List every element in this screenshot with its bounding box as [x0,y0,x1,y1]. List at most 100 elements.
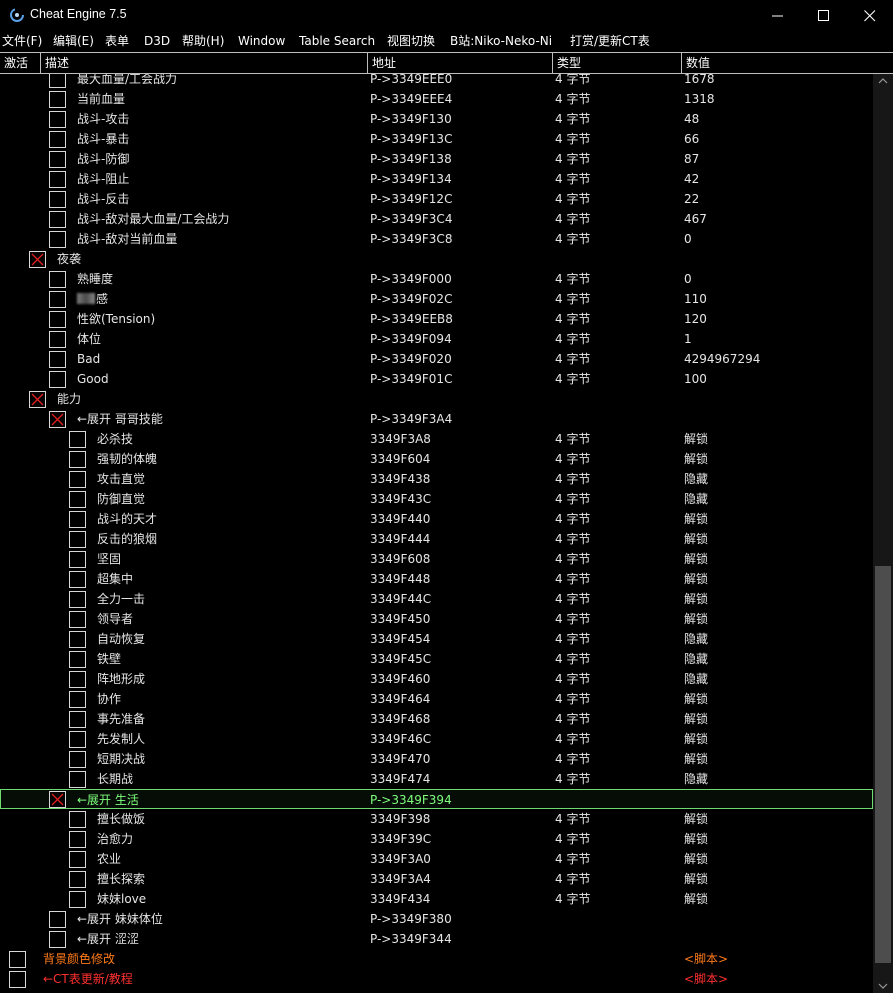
active-checkbox[interactable] [69,671,86,688]
active-checkbox[interactable] [69,731,86,748]
table-row[interactable]: ←CT表更新/教程 <脚本> [0,969,873,989]
active-checkbox[interactable] [49,151,66,168]
table-row[interactable]: 战斗-攻击 P->3349F130 4 字节 48 [0,109,873,129]
table-row[interactable]: 全力一击 3349F44C 4 字节 解锁 [0,589,873,609]
active-checkbox[interactable] [69,571,86,588]
active-checkbox[interactable] [69,631,86,648]
table-row[interactable]: 必杀技 3349F3A8 4 字节 解锁 [0,429,873,449]
active-checkbox[interactable] [49,91,66,108]
table-row[interactable]: 擅长探索 3349F3A4 4 字节 解锁 [0,869,873,889]
column-description[interactable]: 描述 [41,53,368,73]
active-checkbox[interactable] [69,771,86,788]
active-checkbox[interactable] [49,291,66,308]
active-checkbox[interactable] [69,891,86,908]
table-row[interactable]: 短期决战 3349F470 4 字节 解锁 [0,749,873,769]
vertical-scrollbar[interactable] [873,74,893,993]
active-checkbox[interactable] [49,171,66,188]
table-row[interactable]: 感 P->3349F02C 4 字节 110 [0,289,873,309]
active-checkbox[interactable] [69,451,86,468]
table-row[interactable]: 防御直觉 3349F43C 4 字节 隐藏 [0,489,873,509]
table-row[interactable]: 体位 P->3349F094 4 字节 1 [0,329,873,349]
table-row[interactable]: 事先准备 3349F468 4 字节 解锁 [0,709,873,729]
menu-help[interactable]: 帮助(H) [182,32,224,50]
active-checkbox[interactable] [49,74,66,88]
table-row[interactable]: 超集中 3349F448 4 字节 解锁 [0,569,873,589]
active-checkbox[interactable] [69,711,86,728]
active-checkbox[interactable] [9,951,26,968]
column-address[interactable]: 地址 [368,53,553,73]
active-checkbox[interactable] [49,191,66,208]
column-active[interactable]: 激活 [0,53,41,73]
active-checkbox[interactable] [69,431,86,448]
table-row[interactable]: 铁壁 3349F45C 4 字节 隐藏 [0,649,873,669]
close-button[interactable] [847,0,893,31]
active-checkbox[interactable] [49,131,66,148]
active-checkbox[interactable] [69,851,86,868]
active-checkbox[interactable] [69,871,86,888]
table-row[interactable]: 协作 3349F464 4 字节 解锁 [0,689,873,709]
table-row[interactable]: 强韧的体魄 3349F604 4 字节 解锁 [0,449,873,469]
table-row[interactable]: ←展开 妹妹体位 P->3349F380 [0,909,873,929]
table-row[interactable]: 坚固 3349F608 4 字节 解锁 [0,549,873,569]
table-row[interactable]: 性欲(Tension) P->3349EEB8 4 字节 120 [0,309,873,329]
table-row[interactable]: ←展开 涩涩 P->3349F344 [0,929,873,949]
menu-window[interactable]: Window [238,32,285,50]
active-checkbox[interactable] [49,311,66,328]
active-checkbox[interactable] [49,211,66,228]
active-checkbox[interactable] [69,751,86,768]
table-row[interactable]: 擅长做饭 3349F398 4 字节 解锁 [0,809,873,829]
column-type[interactable]: 类型 [553,53,682,73]
menu-table[interactable]: 表单 [105,32,129,50]
table-row[interactable]: 战斗的天才 3349F440 4 字节 解锁 [0,509,873,529]
table-row[interactable]: 能力 [0,389,873,409]
active-checkbox[interactable] [49,351,66,368]
table-row[interactable]: 攻击直觉 3349F438 4 字节 隐藏 [0,469,873,489]
active-checkbox[interactable] [69,591,86,608]
table-row[interactable]: 战斗-敌对最大血量/工会战力 P->3349F3C4 4 字节 467 [0,209,873,229]
active-checkbox[interactable] [69,491,86,508]
table-row[interactable]: 夜袭 [0,249,873,269]
menu-edit[interactable]: 编辑(E) [53,32,94,50]
menu-file[interactable]: 文件(F) [2,32,42,50]
scroll-up-arrow-icon[interactable] [878,77,888,85]
table-row[interactable]: 治愈力 3349F39C 4 字节 解锁 [0,829,873,849]
active-checkbox[interactable] [29,251,46,268]
table-row[interactable]: 自动恢复 3349F454 4 字节 隐藏 [0,629,873,649]
table-row[interactable]: 战斗-暴击 P->3349F13C 4 字节 66 [0,129,873,149]
table-row[interactable]: 领导者 3349F450 4 字节 解锁 [0,609,873,629]
active-checkbox[interactable] [49,931,66,948]
active-checkbox[interactable] [49,371,66,388]
menu-view-switch[interactable]: 视图切换 [387,32,435,50]
table-row[interactable]: 熟睡度 P->3349F000 4 字节 0 [0,269,873,289]
table-row[interactable]: 战斗-敌对当前血量 P->3349F3C8 4 字节 0 [0,229,873,249]
menu-d3d[interactable]: D3D [144,32,170,50]
active-checkbox[interactable] [49,411,66,428]
cheat-table-list[interactable]: 最大血量/工会战力 P->3349EEE0 4 字节 1678 当前血量 P->3349E… [0,74,873,993]
table-row[interactable]: 农业 3349F3A0 4 字节 解锁 [0,849,873,869]
active-checkbox[interactable] [69,611,86,628]
active-checkbox[interactable] [69,551,86,568]
active-checkbox[interactable] [69,651,86,668]
active-checkbox[interactable] [69,831,86,848]
table-row[interactable]: 妹妹love 3349F434 4 字节 解锁 [0,889,873,909]
table-row[interactable]: 反击的狼烟 3349F444 4 字节 解锁 [0,529,873,549]
active-checkbox[interactable] [49,111,66,128]
active-checkbox[interactable] [49,911,66,928]
table-row[interactable]: Good P->3349F01C 4 字节 100 [0,369,873,389]
scrollbar-thumb[interactable] [875,566,891,963]
active-checkbox[interactable] [69,811,86,828]
active-checkbox[interactable] [49,271,66,288]
active-checkbox[interactable] [49,231,66,248]
table-row[interactable]: 战斗-阻止 P->3349F134 4 字节 42 [0,169,873,189]
table-row[interactable]: 最大血量/工会战力 P->3349EEE0 4 字节 1678 [0,74,873,89]
active-checkbox[interactable] [9,971,26,988]
table-row[interactable]: 先发制人 3349F46C 4 字节 解锁 [0,729,873,749]
active-checkbox[interactable] [69,471,86,488]
menu-donate-update[interactable]: 打赏/更新CT表 [570,32,650,50]
active-checkbox[interactable] [69,531,86,548]
table-row-selected[interactable]: ←展开 生活 P->3349F394 [0,789,873,809]
scroll-down-arrow-icon[interactable] [878,982,888,990]
maximize-button[interactable] [801,0,847,31]
table-row[interactable]: Bad P->3349F020 4 字节 4294967294 [0,349,873,369]
active-checkbox[interactable] [69,511,86,528]
